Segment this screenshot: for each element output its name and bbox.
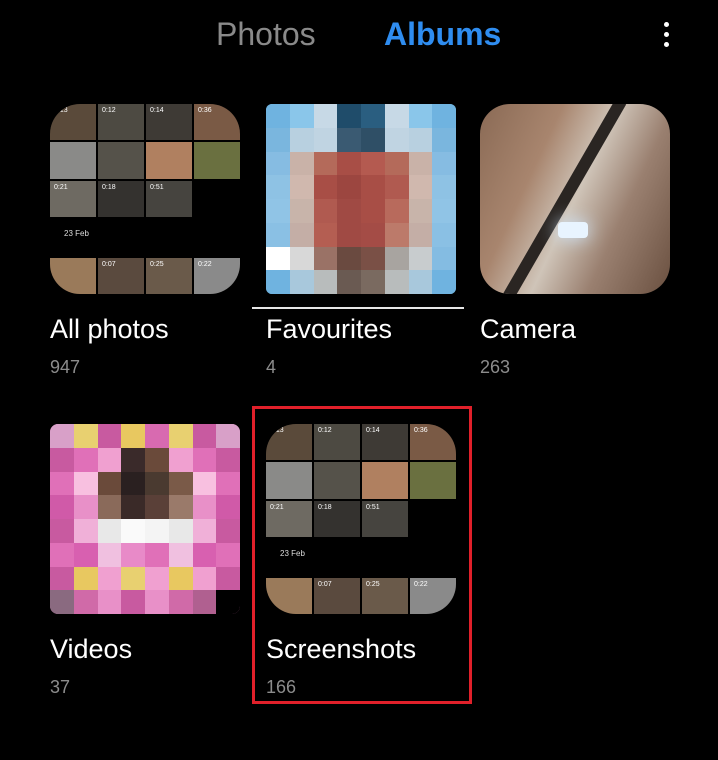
album-count: 37 [50,677,71,697]
pixelated-photo [266,104,456,294]
album-title: Videos [50,634,133,664]
album-camera[interactable]: Camera 263 [480,104,680,378]
album-thumbnail [480,104,670,294]
album-count: 947 [50,357,81,377]
album-title: Favourites [266,314,393,344]
album-thumbnail [50,424,240,614]
album-all-photos[interactable]: 0:13 0:12 0:14 0:36 0:21 0:18 0:51 23 Fe… [50,104,250,378]
selected-divider [252,307,464,309]
album-screenshots[interactable]: 0:13 0:12 0:14 0:36 0:21 0:18 0:51 23 Fe… [266,424,466,698]
photo-collage: 0:13 0:12 0:14 0:36 0:21 0:18 0:51 23 Fe… [266,424,456,614]
more-vert-icon[interactable] [656,22,676,52]
tab-photos[interactable]: Photos [216,16,316,53]
photo-collage: 0:13 0:12 0:14 0:36 0:21 0:18 0:51 23 Fe… [50,104,240,294]
album-videos[interactable]: Videos 37 [50,424,250,698]
album-count: 263 [480,357,511,377]
top-tab-bar: Photos Albums [0,0,718,72]
album-favourites[interactable]: Favourites 4 [266,104,466,378]
album-thumbnail [266,104,456,294]
pixelated-photo [50,424,240,614]
album-count: 4 [266,357,277,377]
tab-albums[interactable]: Albums [384,16,501,53]
album-title: Screenshots [266,634,417,664]
album-thumbnail: 0:13 0:12 0:14 0:36 0:21 0:18 0:51 23 Fe… [266,424,456,614]
album-title: All photos [50,314,169,344]
album-title: Camera [480,314,577,344]
album-count: 166 [266,677,297,697]
album-thumbnail: 0:13 0:12 0:14 0:36 0:21 0:18 0:51 23 Fe… [50,104,240,294]
